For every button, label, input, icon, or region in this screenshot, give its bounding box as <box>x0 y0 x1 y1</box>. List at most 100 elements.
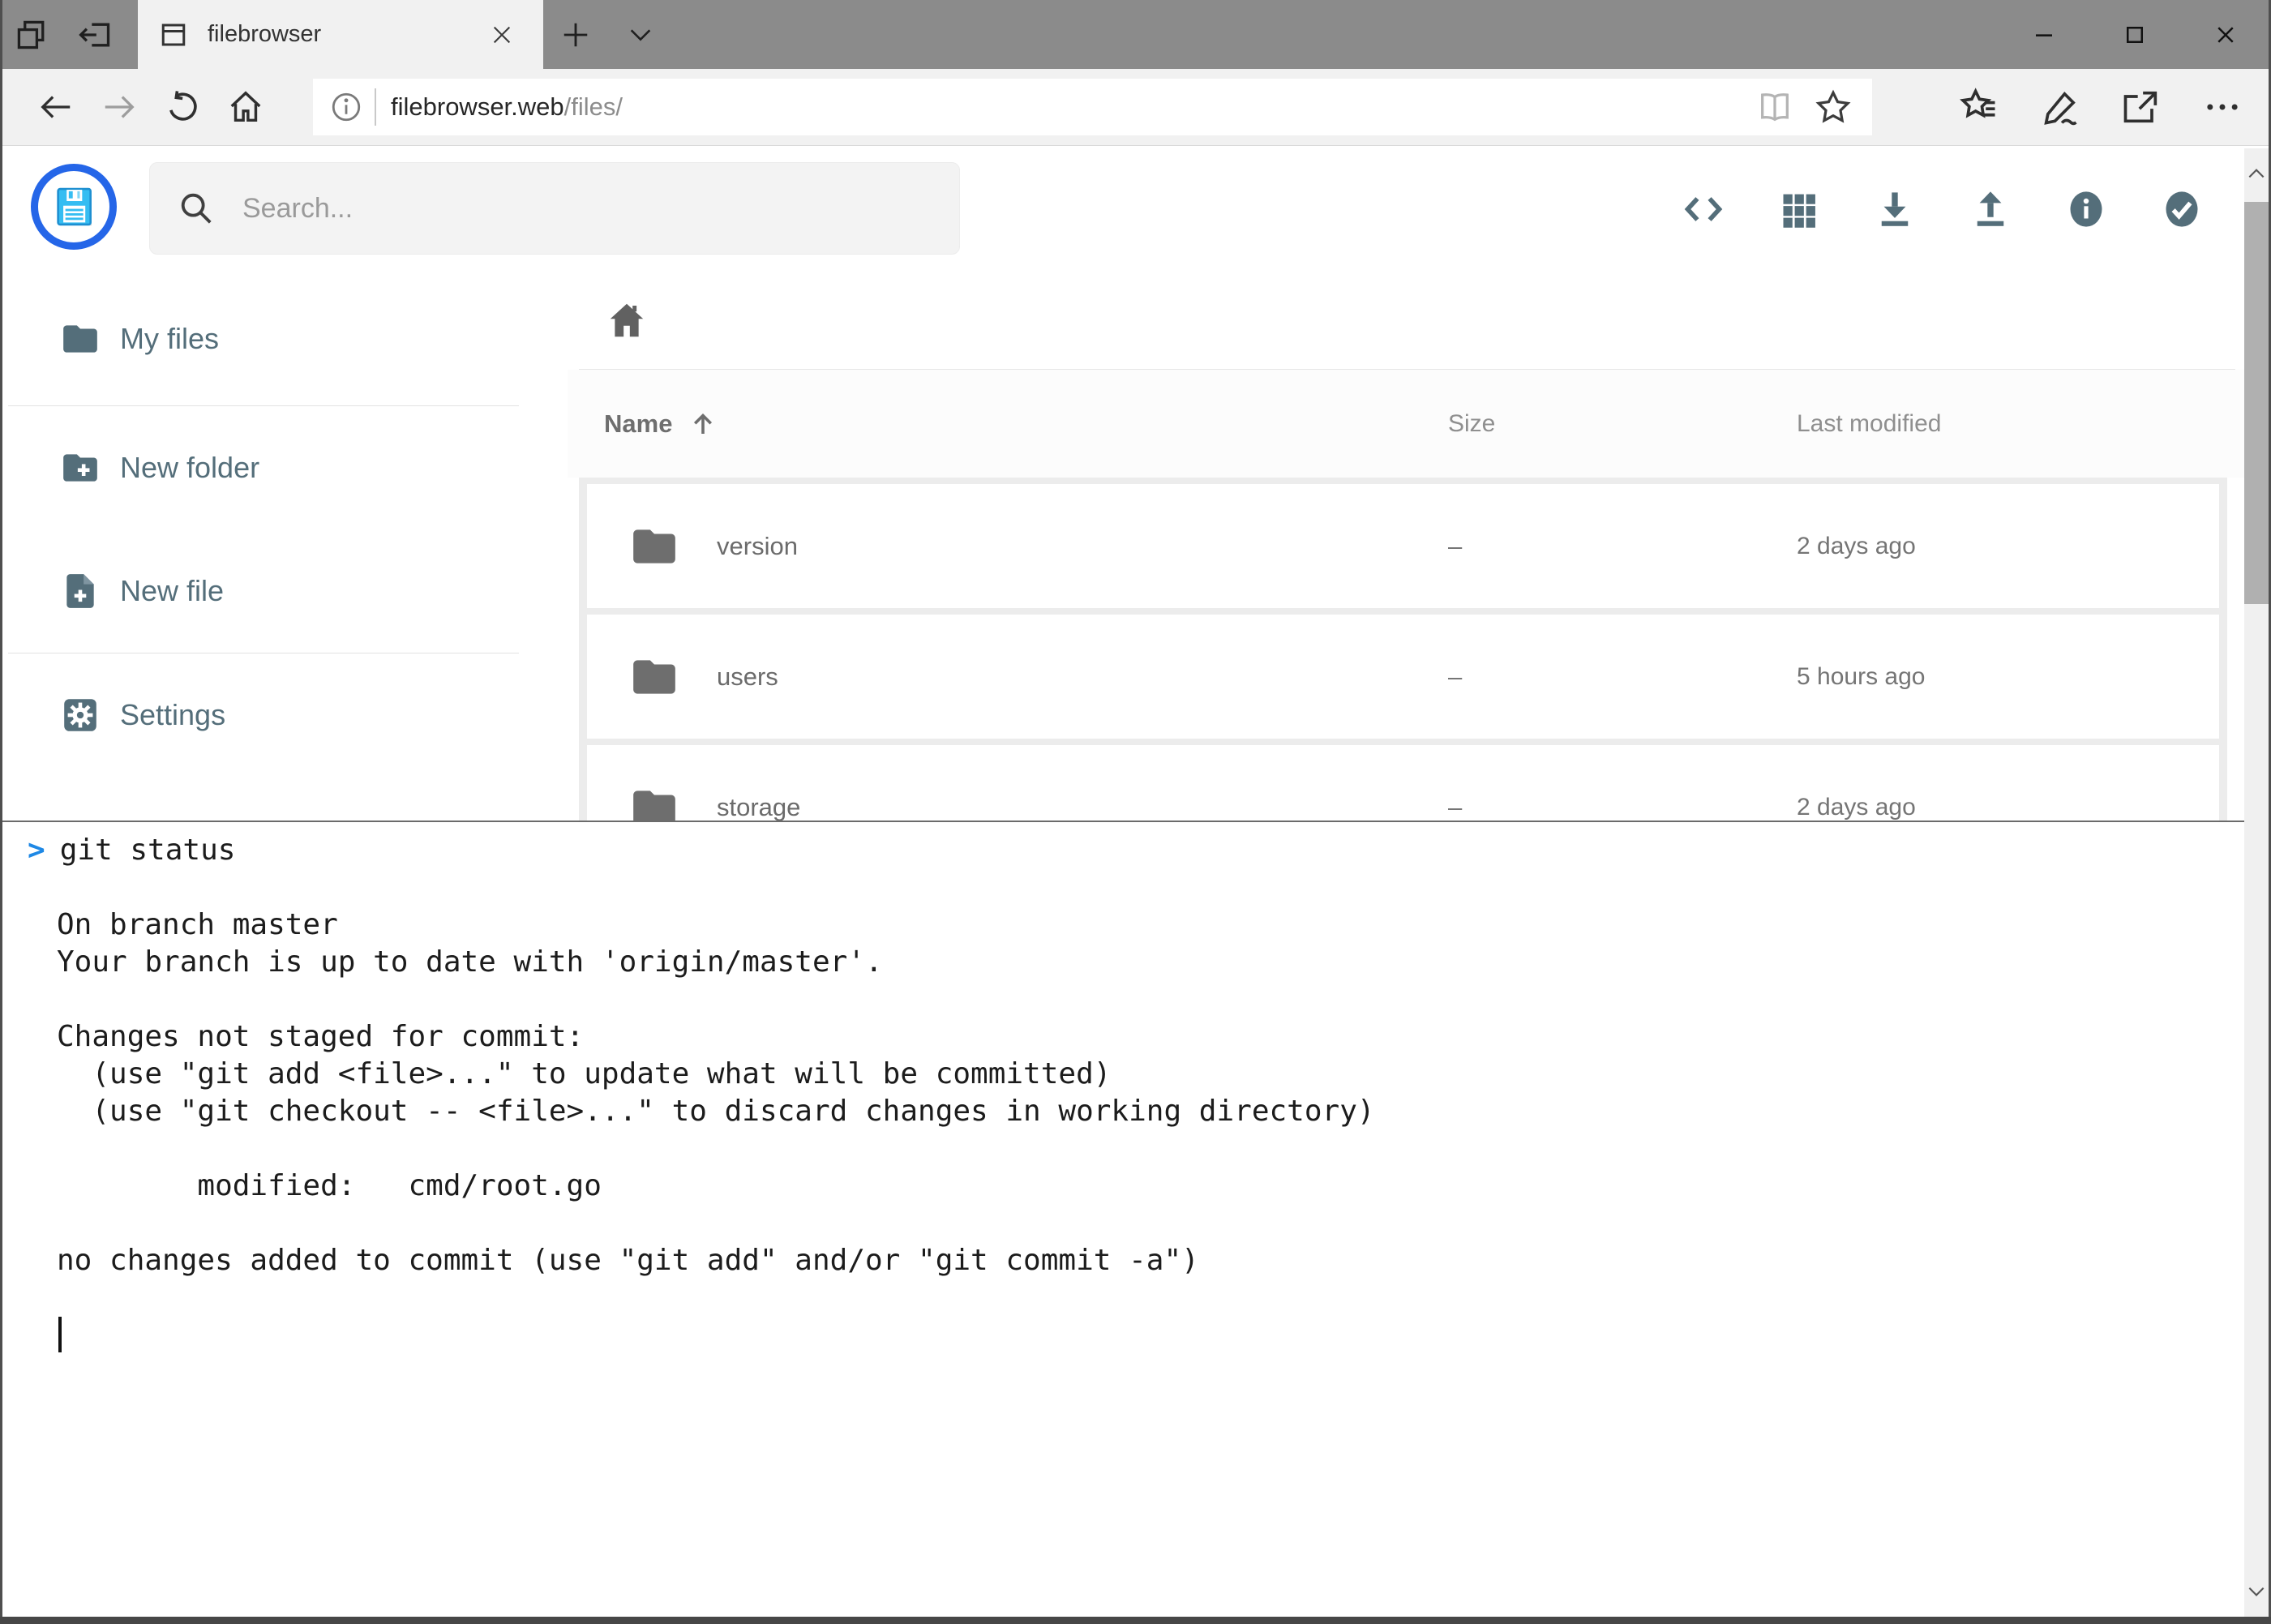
file-modified: 5 hours ago <box>1797 663 2219 691</box>
sidebar-item-label: Settings <box>120 698 225 732</box>
terminal-command: git status <box>60 832 236 869</box>
plus-icon <box>560 19 591 50</box>
app-logo[interactable] <box>31 164 117 250</box>
column-header-size[interactable]: Size <box>1448 410 1797 438</box>
back-icon <box>37 88 75 126</box>
forward-icon <box>101 88 138 126</box>
hub-star-icon <box>1958 86 2000 128</box>
file-size: – <box>1448 793 1797 821</box>
search-input[interactable] <box>242 193 923 225</box>
address-bar[interactable]: filebrowser.web/files/ <box>313 79 1872 135</box>
file-modified: 2 days ago <box>1797 794 2219 821</box>
file-size: – <box>1448 662 1797 692</box>
window-border-left <box>0 0 2 1624</box>
download-button[interactable] <box>1874 188 1916 230</box>
file-modified: 2 days ago <box>1797 533 2219 560</box>
breadcrumb <box>568 272 2247 369</box>
minimize-button[interactable] <box>1999 0 2089 69</box>
grid-icon <box>1778 188 1820 230</box>
sidebar-item-my-files[interactable]: My files <box>0 272 527 405</box>
pen-icon <box>2039 86 2081 128</box>
tabstrip-spacer <box>673 0 1999 69</box>
listing-header: Name Size Last modified <box>568 370 2247 478</box>
sidebar-item-label: New file <box>120 574 224 608</box>
terminal-panel[interactable]: > git status On branch master Your branc… <box>0 821 2271 1618</box>
maximize-button[interactable] <box>2089 0 2180 69</box>
sidebar-item-new-folder[interactable]: New folder <box>0 406 527 529</box>
tab-preview-icon <box>14 17 49 53</box>
page-favicon-icon <box>159 20 188 49</box>
search-icon <box>178 190 215 227</box>
new-tab-button[interactable] <box>543 0 608 69</box>
upload-button[interactable] <box>1969 188 2012 230</box>
file-size: – <box>1448 532 1797 561</box>
code-icon <box>1682 186 1725 232</box>
sidebar-item-new-file[interactable]: New file <box>0 529 527 653</box>
refresh-icon <box>164 88 201 126</box>
terminal-command-line: > git status <box>28 832 2271 869</box>
settings-gear-icon <box>60 695 101 735</box>
tab-strip: filebrowser <box>0 0 2271 69</box>
favorite-star-icon <box>1815 88 1852 126</box>
terminal-output: On branch master Your branch is up to da… <box>57 869 2271 1279</box>
download-icon <box>1874 187 1916 231</box>
hub-favorites-button[interactable] <box>1955 83 2003 131</box>
browser-toolbar: filebrowser.web/files/ <box>0 69 2271 146</box>
folder-icon <box>60 319 101 359</box>
file-row-storage[interactable]: storage – 2 days ago <box>587 745 2219 821</box>
page-scrollbar[interactable] <box>2244 148 2269 1617</box>
select-multiple-button[interactable] <box>2161 188 2203 230</box>
column-header-modified[interactable]: Last modified <box>1797 410 2247 438</box>
add-favorite-button[interactable] <box>1810 84 1856 130</box>
chevron-down-icon <box>2246 1581 2267 1602</box>
close-icon <box>491 24 513 46</box>
app-header <box>0 146 2271 272</box>
maximize-icon <box>2123 23 2147 47</box>
rows-region: version – 2 days ago users – 5 hours ago… <box>579 478 2227 821</box>
sort-ascending-icon <box>688 409 718 439</box>
file-row-version[interactable]: version – 2 days ago <box>587 484 2219 608</box>
close-icon <box>2213 23 2238 47</box>
breadcrumb-home-button[interactable] <box>604 298 649 343</box>
web-note-button[interactable] <box>2036 83 2085 131</box>
floppy-disk-icon <box>49 182 99 232</box>
filebrowser-page: My files New folder New file Settings <box>0 146 2271 821</box>
home-button[interactable] <box>214 75 277 139</box>
scroll-up-button[interactable] <box>2244 148 2269 199</box>
scrollbar-thumb[interactable] <box>2244 202 2269 604</box>
sidebar-item-settings[interactable]: Settings <box>0 653 527 777</box>
close-window-button[interactable] <box>2180 0 2271 69</box>
home-icon <box>227 88 264 126</box>
scroll-down-button[interactable] <box>2244 1566 2269 1617</box>
url-path: /files/ <box>564 92 623 121</box>
reading-view-icon <box>1756 88 1793 126</box>
info-button[interactable] <box>2065 188 2107 230</box>
raw-view-button[interactable] <box>1682 188 1725 230</box>
chevron-down-icon <box>627 21 654 49</box>
tab-preview-button[interactable] <box>0 0 63 69</box>
file-row-users[interactable]: users – 5 hours ago <box>587 615 2219 739</box>
share-button[interactable] <box>2117 83 2166 131</box>
more-icon <box>2201 86 2243 128</box>
file-name: version <box>717 532 1448 561</box>
search-box[interactable] <box>149 162 960 255</box>
set-tabs-aside-button[interactable] <box>63 0 126 69</box>
back-button[interactable] <box>24 75 88 139</box>
refresh-button[interactable] <box>151 75 214 139</box>
more-button[interactable] <box>2198 83 2247 131</box>
check-circle-icon <box>2161 186 2203 232</box>
grid-view-button[interactable] <box>1778 188 1820 230</box>
window-border-bottom <box>0 1617 2271 1624</box>
upload-icon <box>1969 187 2012 231</box>
address-separator <box>375 88 376 126</box>
tab-close-button[interactable] <box>482 15 522 55</box>
terminal-cursor <box>58 1317 62 1352</box>
chevron-up-icon <box>2246 163 2267 184</box>
browser-tab[interactable]: filebrowser <box>138 0 543 69</box>
browser-window: filebrowser <box>0 0 2271 1624</box>
scrollbar-track[interactable] <box>2244 199 2269 1566</box>
header-actions <box>1682 146 2203 272</box>
sidebar-item-label: New folder <box>120 451 259 485</box>
tab-list-button[interactable] <box>608 0 673 69</box>
column-header-name[interactable]: Name <box>604 409 1448 439</box>
